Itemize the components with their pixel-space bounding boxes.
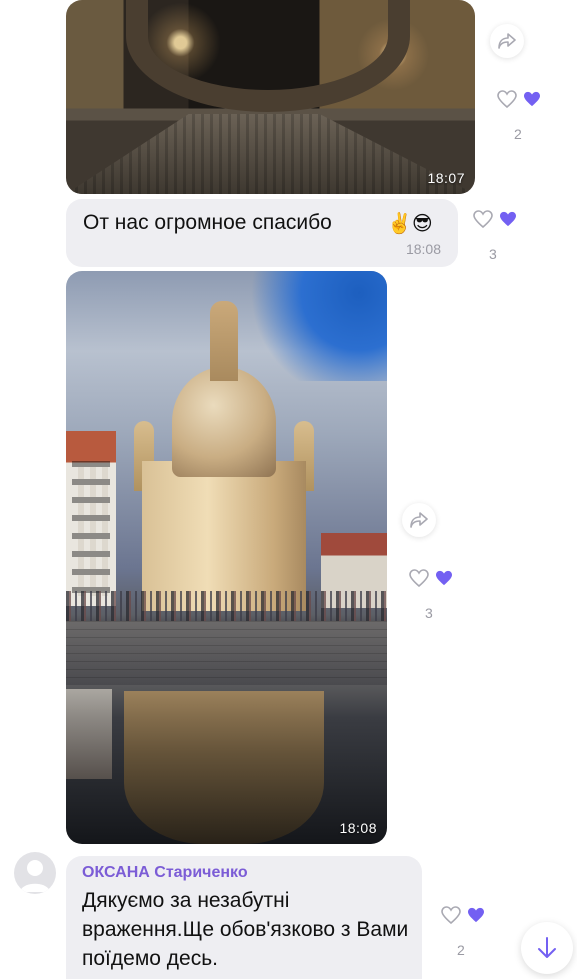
heart-outline-icon	[409, 569, 429, 587]
reaction-group	[441, 906, 485, 924]
text-message[interactable]: ОКСАНА Старичeнко Дякуємо за незабутні в…	[66, 856, 422, 979]
reaction-count: 2	[457, 942, 465, 958]
text-message[interactable]: От нас огромное спасибо ✌️😎 18:08	[66, 199, 458, 267]
reaction-count: 3	[489, 246, 497, 262]
heart-outline-icon	[473, 210, 493, 228]
photo-church	[124, 291, 324, 611]
photo-road	[66, 114, 475, 194]
sender-name[interactable]: ОКСАНА Старичeнко	[82, 864, 248, 882]
scroll-down-button[interactable]	[521, 922, 573, 974]
message-time: 18:07	[427, 170, 465, 186]
like-count-heart[interactable]	[523, 91, 541, 107]
heart-filled-icon	[436, 570, 452, 586]
user-avatar[interactable]	[14, 852, 56, 894]
photo-reflection-left	[66, 689, 112, 779]
reaction-count: 3	[425, 605, 433, 621]
user-avatar-icon	[20, 860, 50, 892]
forward-arrow-icon	[410, 512, 428, 528]
like-button[interactable]	[409, 569, 429, 587]
heart-filled-icon	[524, 91, 540, 107]
reaction-group	[409, 569, 453, 587]
reaction-count: 2	[514, 126, 522, 142]
message-time: 18:08	[405, 241, 441, 257]
like-button[interactable]	[497, 90, 517, 108]
message-time: 18:08	[339, 820, 377, 836]
message-emoji: ✌️😎	[387, 213, 433, 235]
reaction-group	[473, 210, 517, 228]
photo-building-left	[66, 431, 116, 606]
forward-button[interactable]	[402, 503, 436, 537]
forward-arrow-icon	[498, 33, 516, 49]
heart-filled-icon	[468, 907, 484, 923]
like-count-heart[interactable]	[499, 211, 517, 227]
photo-message-street[interactable]: 18:07	[66, 0, 475, 194]
message-text: Дякуємо за незабутні враження.Ще обов'яз…	[82, 889, 409, 970]
like-button[interactable]	[473, 210, 493, 228]
photo-arch	[126, 0, 410, 112]
forward-button[interactable]	[490, 24, 524, 58]
arrow-down-icon	[538, 937, 556, 958]
like-count-heart[interactable]	[435, 570, 453, 586]
message-text: От нас огромное спасибо	[83, 211, 332, 234]
heart-outline-icon	[497, 90, 517, 108]
photo-message-church[interactable]: 18:08	[66, 271, 387, 844]
like-count-heart[interactable]	[467, 907, 485, 923]
photo-square	[66, 621, 387, 685]
like-button[interactable]	[441, 906, 461, 924]
heart-filled-icon	[500, 211, 516, 227]
heart-outline-icon	[441, 906, 461, 924]
reaction-group	[497, 90, 541, 108]
photo-crowd	[66, 591, 387, 621]
photo-reflection	[124, 691, 324, 844]
